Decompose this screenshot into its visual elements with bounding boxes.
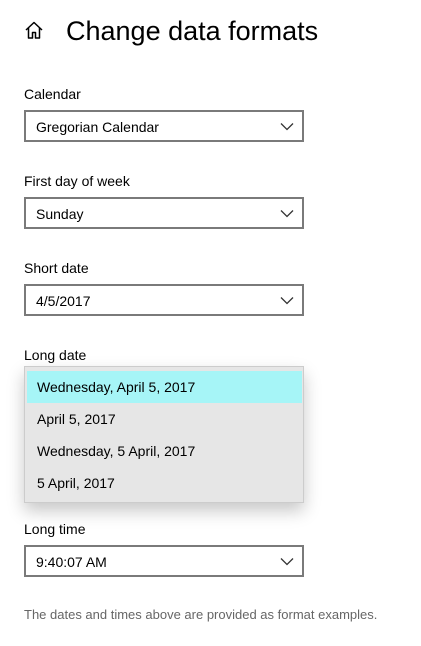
- chevron-down-icon: [280, 123, 294, 131]
- chevron-down-icon: [280, 297, 294, 305]
- format-examples-note: The dates and times above are provided a…: [24, 607, 378, 622]
- chevron-down-icon: [280, 558, 294, 566]
- long-date-option[interactable]: Wednesday, 5 April, 2017: [27, 435, 302, 467]
- home-icon: [24, 20, 44, 45]
- page-title: Change data formats: [66, 16, 319, 46]
- calendar-label: Calendar: [24, 86, 81, 102]
- long-time-dropdown[interactable]: 9:40:07 AM: [24, 545, 304, 577]
- long-time-label: Long time: [24, 521, 86, 537]
- long-date-dropdown-list[interactable]: Wednesday, April 5, 2017 April 5, 2017 W…: [24, 366, 304, 503]
- first-day-of-week-label: First day of week: [24, 173, 130, 189]
- long-date-option[interactable]: Wednesday, April 5, 2017: [27, 371, 302, 403]
- long-date-label: Long date: [24, 347, 87, 363]
- chevron-down-icon: [280, 210, 294, 218]
- long-time-value: 9:40:07 AM: [36, 554, 107, 570]
- short-date-value: 4/5/2017: [36, 293, 91, 309]
- calendar-dropdown[interactable]: Gregorian Calendar: [24, 110, 304, 142]
- short-date-label: Short date: [24, 260, 89, 276]
- short-date-dropdown[interactable]: 4/5/2017: [24, 284, 304, 316]
- home-button[interactable]: [22, 20, 46, 44]
- calendar-value: Gregorian Calendar: [36, 119, 159, 135]
- first-day-of-week-value: Sunday: [36, 206, 84, 222]
- long-date-option[interactable]: 5 April, 2017: [27, 467, 302, 499]
- long-date-option[interactable]: April 5, 2017: [27, 403, 302, 435]
- first-day-of-week-dropdown[interactable]: Sunday: [24, 197, 304, 229]
